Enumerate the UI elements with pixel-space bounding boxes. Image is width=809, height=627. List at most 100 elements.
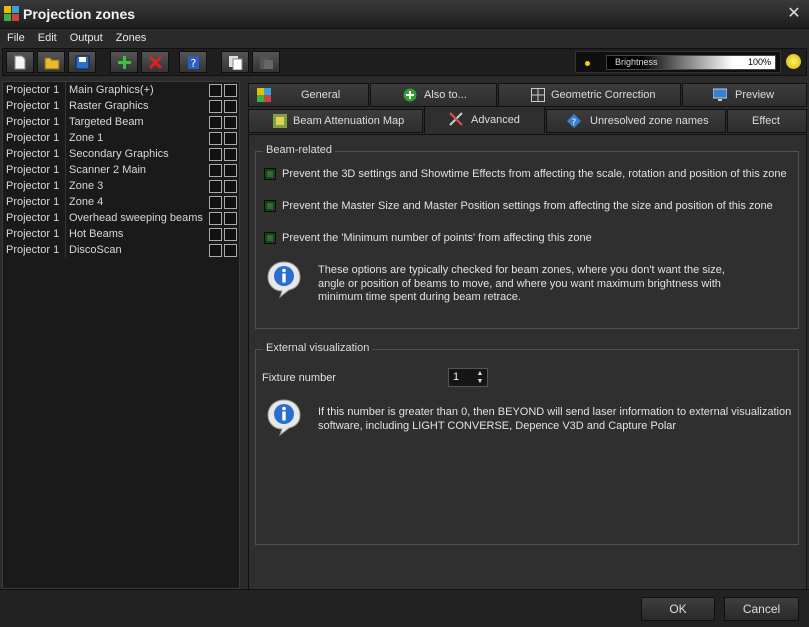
paste-icon [260, 57, 273, 69]
tab-preview-label: Preview [735, 89, 775, 101]
zone-checkbox-b[interactable] [224, 100, 237, 113]
menu-edit[interactable]: Edit [31, 29, 63, 44]
zone-checkbox-a[interactable] [209, 100, 222, 113]
zone-name: DiscoScan [69, 244, 122, 256]
cancel-button[interactable]: Cancel [724, 597, 799, 621]
svg-text:?: ? [572, 118, 577, 128]
open-button[interactable] [37, 51, 65, 73]
window-title: Projection zones [23, 6, 136, 22]
zone-projector: Projector 1 [6, 116, 60, 128]
tab-unresolved-zone-names[interactable]: ? Unresolved zone names [546, 109, 726, 133]
zone-checkbox-b[interactable] [224, 132, 237, 145]
zone-projector: Projector 1 [6, 228, 60, 240]
save-icon [75, 55, 90, 70]
column-divider [65, 178, 66, 194]
zone-checkbox-b[interactable] [224, 84, 237, 97]
info-icon [267, 261, 301, 298]
zone-checkbox-a[interactable] [209, 164, 222, 177]
zone-checkbox-b[interactable] [224, 244, 237, 257]
brightness-label: Brightness [615, 57, 658, 67]
close-icon[interactable]: ✕ [783, 4, 805, 24]
zone-checkbox-b[interactable] [224, 196, 237, 209]
save-button[interactable] [68, 51, 96, 73]
zone-checkbox-a[interactable] [209, 180, 222, 193]
plus-circle-icon [403, 88, 417, 102]
help-diamond-icon: ? [567, 114, 581, 128]
zone-row[interactable]: Projector 1 Main Graphics(+) [3, 82, 239, 98]
fixture-number-value[interactable]: 1 [453, 371, 459, 383]
zone-row[interactable]: Projector 1 Secondary Graphics [3, 146, 239, 162]
brightness-bar[interactable]: Brightness 100% [606, 55, 776, 70]
column-divider [65, 210, 66, 226]
brightness-slider[interactable]: Brightness 100% [575, 51, 781, 73]
column-divider [65, 114, 66, 130]
zone-row[interactable]: Projector 1 Hot Beams [3, 226, 239, 242]
zone-checkbox-a[interactable] [209, 244, 222, 257]
zone-projector: Projector 1 [6, 196, 60, 208]
help-button[interactable]: ? [179, 51, 207, 73]
stepper-up-icon[interactable]: ▲ [474, 370, 486, 378]
zone-projector: Projector 1 [6, 164, 60, 176]
delete-zone-button[interactable] [141, 51, 169, 73]
beam-info-line-2: angle or position of beams to move, and … [318, 277, 721, 290]
menu-file[interactable]: File [0, 29, 31, 44]
zone-row[interactable]: Projector 1 Zone 3 [3, 178, 239, 194]
add-zone-button[interactable] [110, 51, 138, 73]
zone-checkbox-b[interactable] [224, 212, 237, 225]
column-divider [65, 146, 66, 162]
beam-related-title: Beam-related [263, 144, 336, 156]
zone-checkbox-a[interactable] [209, 116, 222, 129]
menu-bar: File Edit Output Zones [0, 29, 809, 47]
tools-icon [449, 112, 463, 126]
zone-checkbox-b[interactable] [224, 148, 237, 161]
tab-beam-attenuation-map[interactable]: Beam Attenuation Map [248, 109, 423, 133]
prevent-3d-checkbox[interactable] [264, 168, 276, 180]
zone-checkbox-b[interactable] [224, 164, 237, 177]
zone-row[interactable]: Projector 1 Scanner 2 Main [3, 162, 239, 178]
external-visualization-group: External visualization Fixture number 1 … [255, 342, 799, 545]
zone-row[interactable]: Projector 1 Raster Graphics [3, 98, 239, 114]
zone-row[interactable]: Projector 1 Overhead sweeping beams [3, 210, 239, 226]
zone-row[interactable]: Projector 1 Zone 4 [3, 194, 239, 210]
tab-bar: General Also to... Geometric Correction … [248, 83, 807, 135]
ok-button[interactable]: OK [641, 597, 715, 621]
zone-checkbox-a[interactable] [209, 228, 222, 241]
tab-geometric-correction[interactable]: Geometric Correction [498, 83, 681, 107]
menu-output[interactable]: Output [63, 29, 109, 44]
zone-checkbox-a[interactable] [209, 212, 222, 225]
zone-checkbox-a[interactable] [209, 84, 222, 97]
zone-checkbox-a[interactable] [209, 196, 222, 209]
sun-icon[interactable] [786, 54, 801, 69]
prevent-min-points-checkbox[interactable] [264, 232, 276, 244]
beam-related-group: Beam-related Prevent the 3D settings and… [255, 144, 799, 329]
column-divider [65, 98, 66, 114]
new-button[interactable] [6, 51, 34, 73]
monitor-icon [713, 88, 727, 101]
tab-advanced[interactable]: Advanced [424, 106, 545, 133]
zone-projector: Projector 1 [6, 132, 60, 144]
tab-preview[interactable]: Preview [682, 83, 807, 107]
prevent-master-size-checkbox[interactable] [264, 200, 276, 212]
tab-effect[interactable]: Effect [727, 109, 807, 133]
stepper-down-icon[interactable]: ▼ [474, 378, 486, 386]
zone-checkbox-a[interactable] [209, 148, 222, 161]
brightness-value: 100% [747, 57, 771, 67]
zone-row[interactable]: Projector 1 Zone 1 [3, 130, 239, 146]
external-visualization-title: External visualization [263, 342, 373, 354]
zone-projector: Projector 1 [6, 212, 60, 224]
zone-checkbox-b[interactable] [224, 180, 237, 193]
zone-row[interactable]: Projector 1 DiscoScan [3, 242, 239, 258]
external-info-line-2: software, including LIGHT CONVERSE, Depe… [318, 419, 677, 432]
paste-button[interactable] [252, 51, 280, 73]
tab-also-to[interactable]: Also to... [370, 83, 497, 107]
copy-button[interactable] [221, 51, 249, 73]
menu-zones[interactable]: Zones [109, 29, 153, 44]
zone-checkbox-a[interactable] [209, 132, 222, 145]
tab-general[interactable]: General [248, 83, 369, 107]
zone-checkbox-b[interactable] [224, 228, 237, 241]
zone-checkbox-b[interactable] [224, 116, 237, 129]
map-icon [273, 114, 287, 128]
zone-row[interactable]: Projector 1 Targeted Beam [3, 114, 239, 130]
fixture-number-stepper[interactable]: 1 ▲ ▼ [448, 368, 488, 387]
tab-effect-label: Effect [752, 115, 780, 127]
